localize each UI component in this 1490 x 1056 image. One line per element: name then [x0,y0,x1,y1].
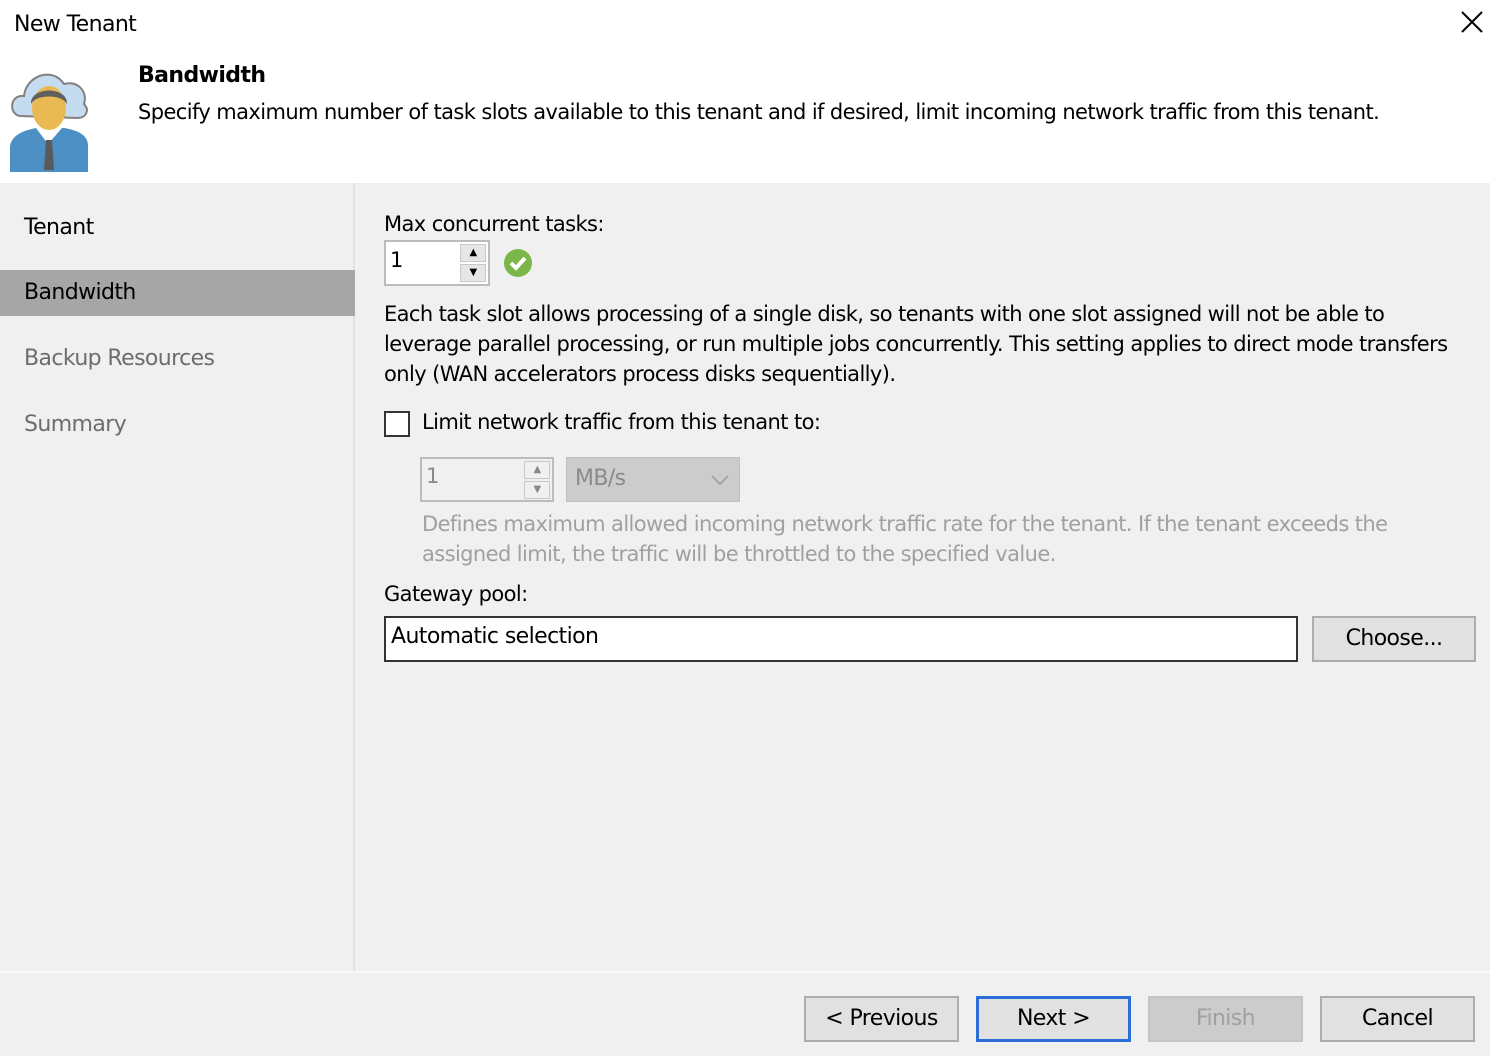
choose-button[interactable]: Choose... [1312,616,1476,662]
check-circle-icon [504,249,532,277]
step-description: Specify maximum number of task slots ava… [138,100,1380,124]
max-tasks-value[interactable]: 1 [390,248,403,272]
limit-traffic-checkbox[interactable] [384,411,410,437]
max-tasks-label: Max concurrent tasks: [384,212,604,236]
unit-select[interactable]: MB/s [566,457,740,502]
tasks-info-text: Each task slot allows processing of a si… [384,302,1448,386]
previous-button[interactable]: < Previous [804,996,959,1042]
wizard-steps-sidebar: Tenant Bandwidth Backup Resources Summar… [0,183,355,971]
sidebar-item-bandwidth[interactable]: Bandwidth [0,270,355,316]
step-title: Bandwidth [138,63,266,88]
limit-value[interactable]: 1 [426,464,439,488]
sidebar-item-tenant[interactable]: Tenant [0,205,355,251]
limit-info-text: Defines maximum allowed incoming network… [422,512,1388,566]
spin-down-button[interactable]: ▼ [524,481,550,499]
limit-traffic-label[interactable]: Limit network traffic from this tenant t… [422,410,821,434]
sidebar-item-backup-resources[interactable]: Backup Resources [0,336,355,382]
wizard-header [0,0,1490,183]
window-title: New Tenant [14,12,137,37]
finish-button: Finish [1148,996,1303,1042]
gateway-pool-label: Gateway pool: [384,582,528,606]
spin-up-button[interactable]: ▲ [460,244,486,262]
spin-up-button[interactable]: ▲ [524,461,550,479]
gateway-pool-field[interactable]: Automatic selection [384,616,1298,662]
chevron-down-icon [711,475,729,486]
unit-value: MB/s [575,466,626,491]
close-icon [1461,11,1483,33]
footer-divider [0,971,1490,973]
next-button[interactable]: Next > [976,996,1131,1042]
close-button[interactable] [1458,8,1486,36]
max-tasks-stepper[interactable]: 1 ▲ ▼ [384,240,490,286]
tenant-avatar-icon [8,66,92,174]
cancel-button[interactable]: Cancel [1320,996,1475,1042]
sidebar-item-summary[interactable]: Summary [0,402,355,448]
spin-down-button[interactable]: ▼ [460,264,486,282]
limit-value-stepper[interactable]: 1 ▲ ▼ [420,457,554,502]
